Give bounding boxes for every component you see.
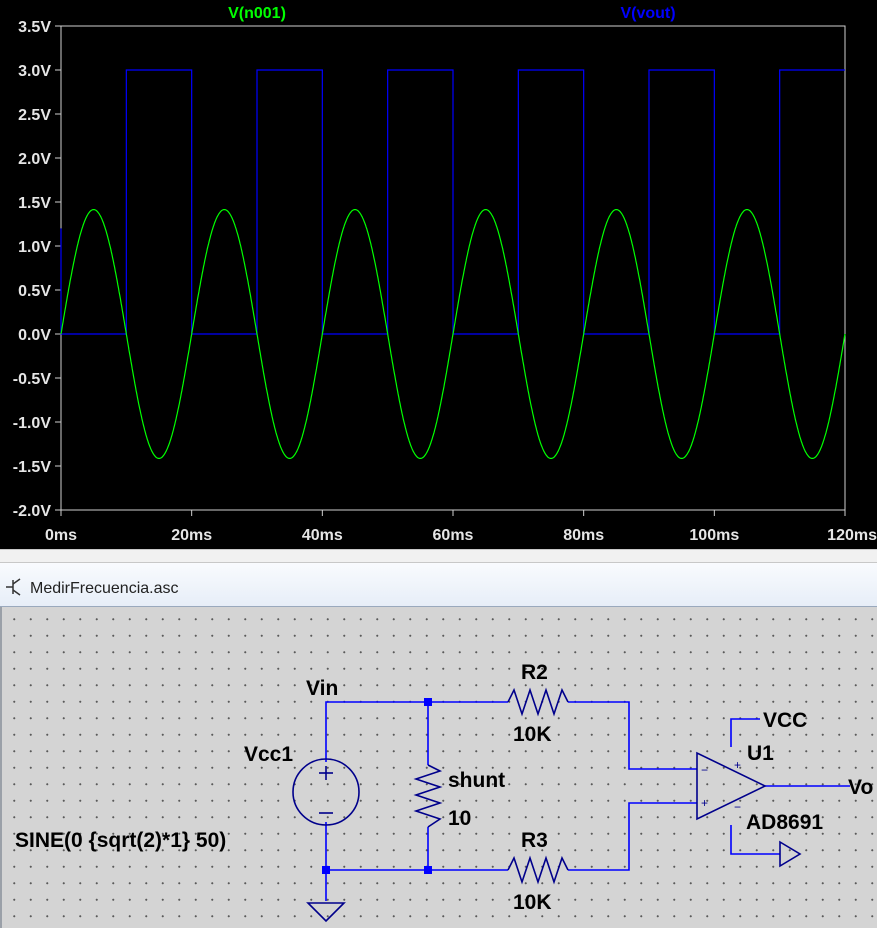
opamp-minus-supply-sign: − [734, 800, 741, 814]
opamp-minus-input-sign: − [701, 763, 708, 777]
r2-name-label[interactable]: R2 [521, 661, 548, 684]
y-tick-label: -1.0V [13, 415, 52, 432]
waveform-plot-pane[interactable]: 3.5V 3.0V 2.5V 2.0V 1.5V 1.0V 0.5V 0.0V -0.5V -1.… [0, 0, 877, 549]
x-tick-label: 60ms [433, 527, 474, 544]
junction-dot [424, 866, 432, 874]
schematic-window-titlebar[interactable]: MedirFrecuencia.asc [0, 563, 877, 607]
x-tick-label: 120ms [827, 527, 877, 544]
pane-splitter[interactable] [0, 549, 877, 563]
x-axis: 0ms 20ms 40ms 60ms 80ms 100ms 120ms [45, 510, 877, 544]
schematic-icon [6, 578, 21, 596]
waveform-chart[interactable]: 3.5V 3.0V 2.5V 2.0V 1.5V 1.0V 0.5V 0.0V -0.5V -1.… [0, 0, 877, 549]
source-name-label[interactable]: Vcc1 [244, 743, 293, 766]
resistor-r3[interactable] [507, 855, 569, 885]
y-axis: 3.5V 3.0V 2.5V 2.0V 1.5V 1.0V 0.5V 0.0V -0.5V -1.… [13, 19, 61, 520]
x-tick-label: 100ms [689, 527, 739, 544]
resistor-r2[interactable] [507, 687, 569, 717]
junction-dot [322, 866, 330, 874]
opamp-plus-supply-sign: + [734, 758, 741, 772]
y-tick-label: 2.0V [18, 151, 51, 168]
schematic-window-title: MedirFrecuencia.asc [30, 580, 179, 597]
schematic-drawing[interactable]: − + + − Vin R2 10K R3 10K Vcc1 SINE(0 {s… [0, 607, 877, 928]
x-tick-label: 80ms [563, 527, 604, 544]
opamp-name-label[interactable]: U1 [747, 742, 774, 765]
y-tick-label: 1.0V [18, 239, 51, 256]
opamp-model-label[interactable]: AD8691 [746, 811, 823, 834]
y-tick-label: 2.5V [18, 107, 51, 124]
junction-dot [424, 698, 432, 706]
series-line-vout[interactable] [60, 69, 845, 335]
y-tick-label: -2.0V [13, 503, 52, 520]
y-tick-label: 3.0V [18, 63, 51, 80]
resistor-shunt[interactable] [413, 764, 443, 828]
x-tick-label: 0ms [45, 527, 77, 544]
net-label-vout[interactable]: Vo [848, 776, 873, 799]
y-tick-label: -0.5V [13, 371, 52, 388]
y-tick-label: 0.5V [18, 283, 51, 300]
x-tick-label: 20ms [171, 527, 212, 544]
trace-label-n001[interactable]: V(n001) [228, 5, 286, 22]
y-tick-label: -1.5V [13, 459, 52, 476]
y-tick-label: 3.5V [18, 19, 51, 36]
y-tick-label: 1.5V [18, 195, 51, 212]
ground-symbol[interactable] [306, 902, 346, 923]
r3-name-label[interactable]: R3 [521, 829, 548, 852]
y-tick-label: 0.0V [18, 327, 51, 344]
x-tick-label: 40ms [302, 527, 343, 544]
shunt-name-label[interactable]: shunt [448, 769, 505, 792]
shunt-value-label[interactable]: 10 [448, 807, 471, 830]
vcc-net-label[interactable]: VCC [763, 709, 807, 732]
r3-value-label[interactable]: 10K [513, 891, 552, 914]
net-label-vin[interactable]: Vin [306, 677, 338, 700]
voltage-source-vcc1[interactable] [292, 758, 360, 826]
opamp-plus-input-sign: + [701, 796, 708, 810]
vee-flag[interactable] [779, 840, 802, 868]
r2-value-label[interactable]: 10K [513, 723, 552, 746]
trace-label-vout[interactable]: V(vout) [620, 5, 675, 22]
source-value-label[interactable]: SINE(0 {sqrt(2)*1} 50) [15, 829, 226, 852]
